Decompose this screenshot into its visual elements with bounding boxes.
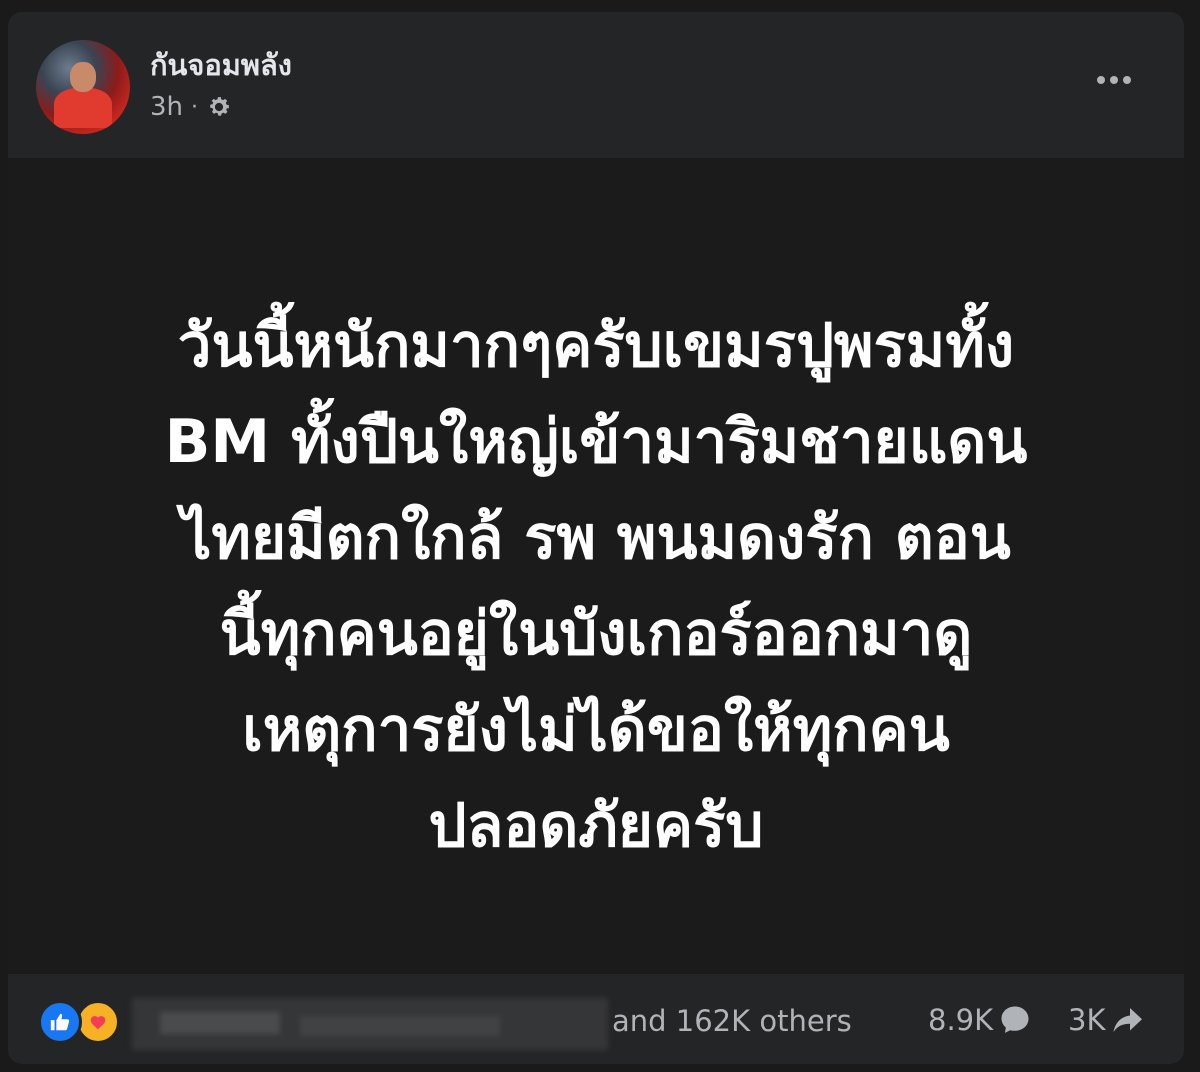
redacted-names [300,1016,500,1036]
comments-count[interactable]: 8.9K [928,1002,1033,1038]
shares-count[interactable]: 3K [1068,1002,1145,1038]
reactions-summary[interactable]: and 162K others [612,1004,852,1038]
more-dot [1123,76,1131,84]
meta-separator: · [191,94,199,120]
like-icon[interactable] [38,1000,82,1044]
post-time[interactable]: 3h [150,92,183,122]
post-text: วันนี้หนักมากๆครับเขมรปูพรมทั้ง BM ทั้งป… [164,311,1028,861]
comments-count-value: 8.9K [928,1003,994,1037]
more-dot [1110,76,1118,84]
care-icon[interactable] [76,1000,120,1044]
gear-icon[interactable] [206,94,232,120]
comment-icon [1001,1006,1029,1033]
author-name[interactable]: กันจอมพลัง [150,42,292,88]
post-meta: 3h · [150,92,232,122]
avatar-face [70,62,96,92]
more-dot [1097,76,1105,84]
author-avatar[interactable] [36,40,130,134]
redacted-names [160,1012,280,1034]
share-icon [1113,1008,1143,1032]
more-options-icon[interactable] [1088,60,1140,100]
post-body: วันนี้หนักมากๆครับเขมรปูพรมทั้ง BM ทั้งป… [8,158,1184,974]
post-card: กันจอมพลัง 3h · วันนี้หนักมากๆครับเขมรปู… [0,0,1200,1072]
avatar-shirt [54,88,112,128]
shares-count-value: 3K [1068,1003,1106,1037]
heart-icon [90,1016,106,1030]
thumbs-up-icon [50,1013,70,1031]
